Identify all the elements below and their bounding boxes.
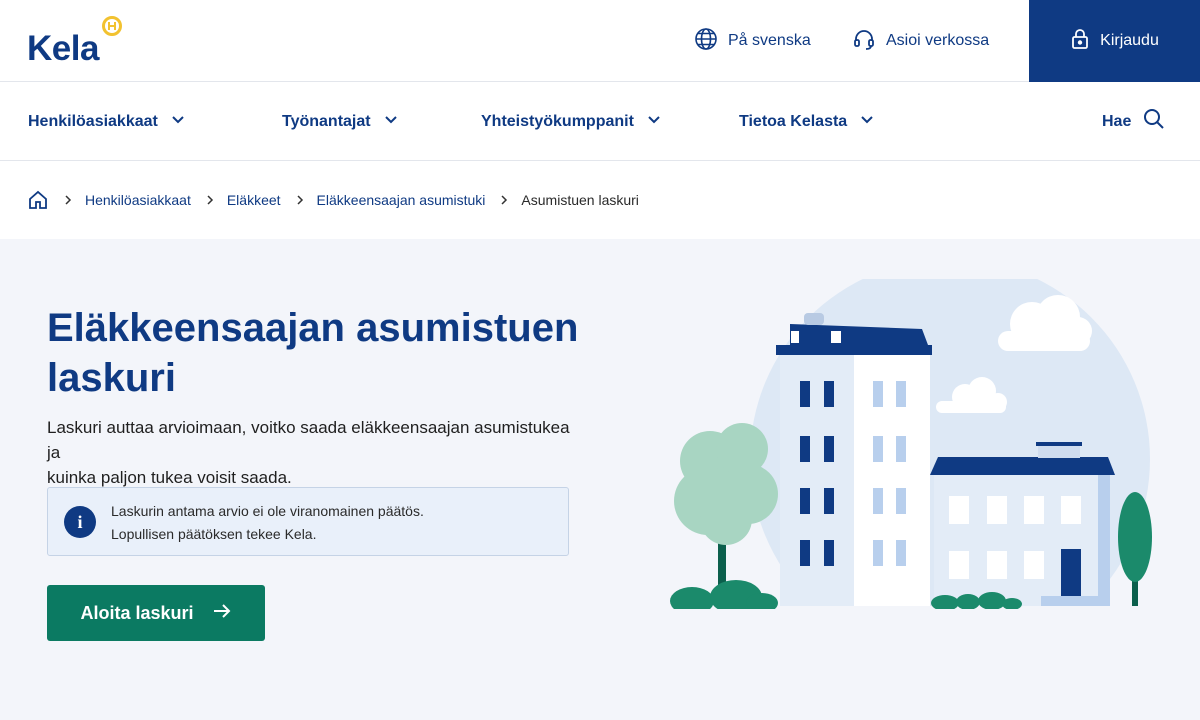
search-button[interactable]: Hae xyxy=(1102,82,1165,161)
breadcrumb-link[interactable]: Henkilöasiakkaat xyxy=(85,192,191,208)
logo-text: Kela xyxy=(27,29,99,68)
description-line: kuinka paljon tukea voisit saada. xyxy=(47,468,292,487)
info-line: Laskurin antama arvio ei ole viranomaine… xyxy=(111,503,424,519)
top-bar: Kela På svenska Asioi verkossa Kirjaudu xyxy=(0,0,1200,82)
tall-building xyxy=(776,313,932,606)
page-title: Eläkkeensaajan asumistuen laskuri xyxy=(47,303,607,403)
chevron-down-icon xyxy=(646,111,662,132)
login-button[interactable]: Kirjaudu xyxy=(1029,0,1200,82)
home-icon[interactable] xyxy=(27,189,49,211)
search-label: Hae xyxy=(1102,112,1132,130)
breadcrumb: Henkilöasiakkaat Eläkkeet Eläkkeensaajan… xyxy=(0,161,1200,239)
info-text: Laskurin antama arvio ei ole viranomaine… xyxy=(111,500,424,546)
chevron-right-icon xyxy=(205,195,215,205)
chevron-right-icon xyxy=(63,195,73,205)
breadcrumb-link[interactable]: Eläkkeet xyxy=(227,192,281,208)
info-line: Lopullisen päätöksen tekee Kela. xyxy=(111,526,317,542)
lock-icon xyxy=(1070,28,1090,55)
info-icon: i xyxy=(64,506,96,538)
chevron-down-icon xyxy=(383,111,399,132)
nav-item-yhteistyokumppanit[interactable]: Yhteistyökumppanit xyxy=(481,82,662,161)
nav-item-label: Yhteistyökumppanit xyxy=(481,112,634,130)
kela-logo[interactable]: Kela xyxy=(27,14,122,68)
online-services-link[interactable]: Asioi verkossa xyxy=(852,0,989,82)
login-label: Kirjaudu xyxy=(1100,32,1159,49)
page-title-line: laskuri xyxy=(47,356,176,400)
chevron-down-icon xyxy=(859,111,875,132)
nav-item-tietoa-kelasta[interactable]: Tietoa Kelasta xyxy=(739,82,875,161)
logo-badge-icon xyxy=(102,16,122,36)
round-tree xyxy=(674,423,778,606)
globe-icon xyxy=(694,27,718,56)
chevron-right-icon xyxy=(499,195,509,205)
nav-item-henkiloasiakkaat[interactable]: Henkilöasiakkaat xyxy=(28,82,186,161)
swedish-language-link[interactable]: På svenska xyxy=(694,0,811,82)
page-title-line: Eläkkeensaajan asumistuen xyxy=(47,306,579,350)
swedish-link-label: På svenska xyxy=(728,32,811,49)
info-icon-letter: i xyxy=(77,511,83,532)
headset-icon xyxy=(852,27,876,56)
hero-description: Laskuri auttaa arvioimaan, voitko saada … xyxy=(47,415,587,490)
nav-item-label: Työnantajat xyxy=(282,112,371,130)
nav-item-label: Henkilöasiakkaat xyxy=(28,112,158,130)
start-calculator-button[interactable]: Aloita laskuri xyxy=(47,585,265,641)
chevron-down-icon xyxy=(170,111,186,132)
breadcrumb-current: Asumistuen laskuri xyxy=(521,192,639,208)
description-line: Laskuri auttaa arvioimaan, voitko saada … xyxy=(47,418,570,462)
arrow-right-icon xyxy=(212,601,232,626)
start-calculator-label: Aloita laskuri xyxy=(80,602,194,623)
main-navigation: Henkilöasiakkaat Työnantajat Yhteistyöku… xyxy=(0,82,1200,161)
search-icon xyxy=(1143,108,1165,135)
info-notice: i Laskurin antama arvio ei ole viranomai… xyxy=(47,487,569,556)
online-link-label: Asioi verkossa xyxy=(886,32,990,49)
low-building xyxy=(930,442,1115,606)
nav-item-label: Tietoa Kelasta xyxy=(739,112,848,130)
breadcrumb-link[interactable]: Eläkkeensaajan asumistuki xyxy=(317,192,486,208)
chevron-right-icon xyxy=(295,195,305,205)
nav-item-tyonantajat[interactable]: Työnantajat xyxy=(282,82,399,161)
hero-section: Eläkkeensaajan asumistuen laskuri Laskur… xyxy=(0,239,1200,720)
cypress-tree xyxy=(1118,492,1152,606)
buildings-illustration xyxy=(660,279,1160,609)
